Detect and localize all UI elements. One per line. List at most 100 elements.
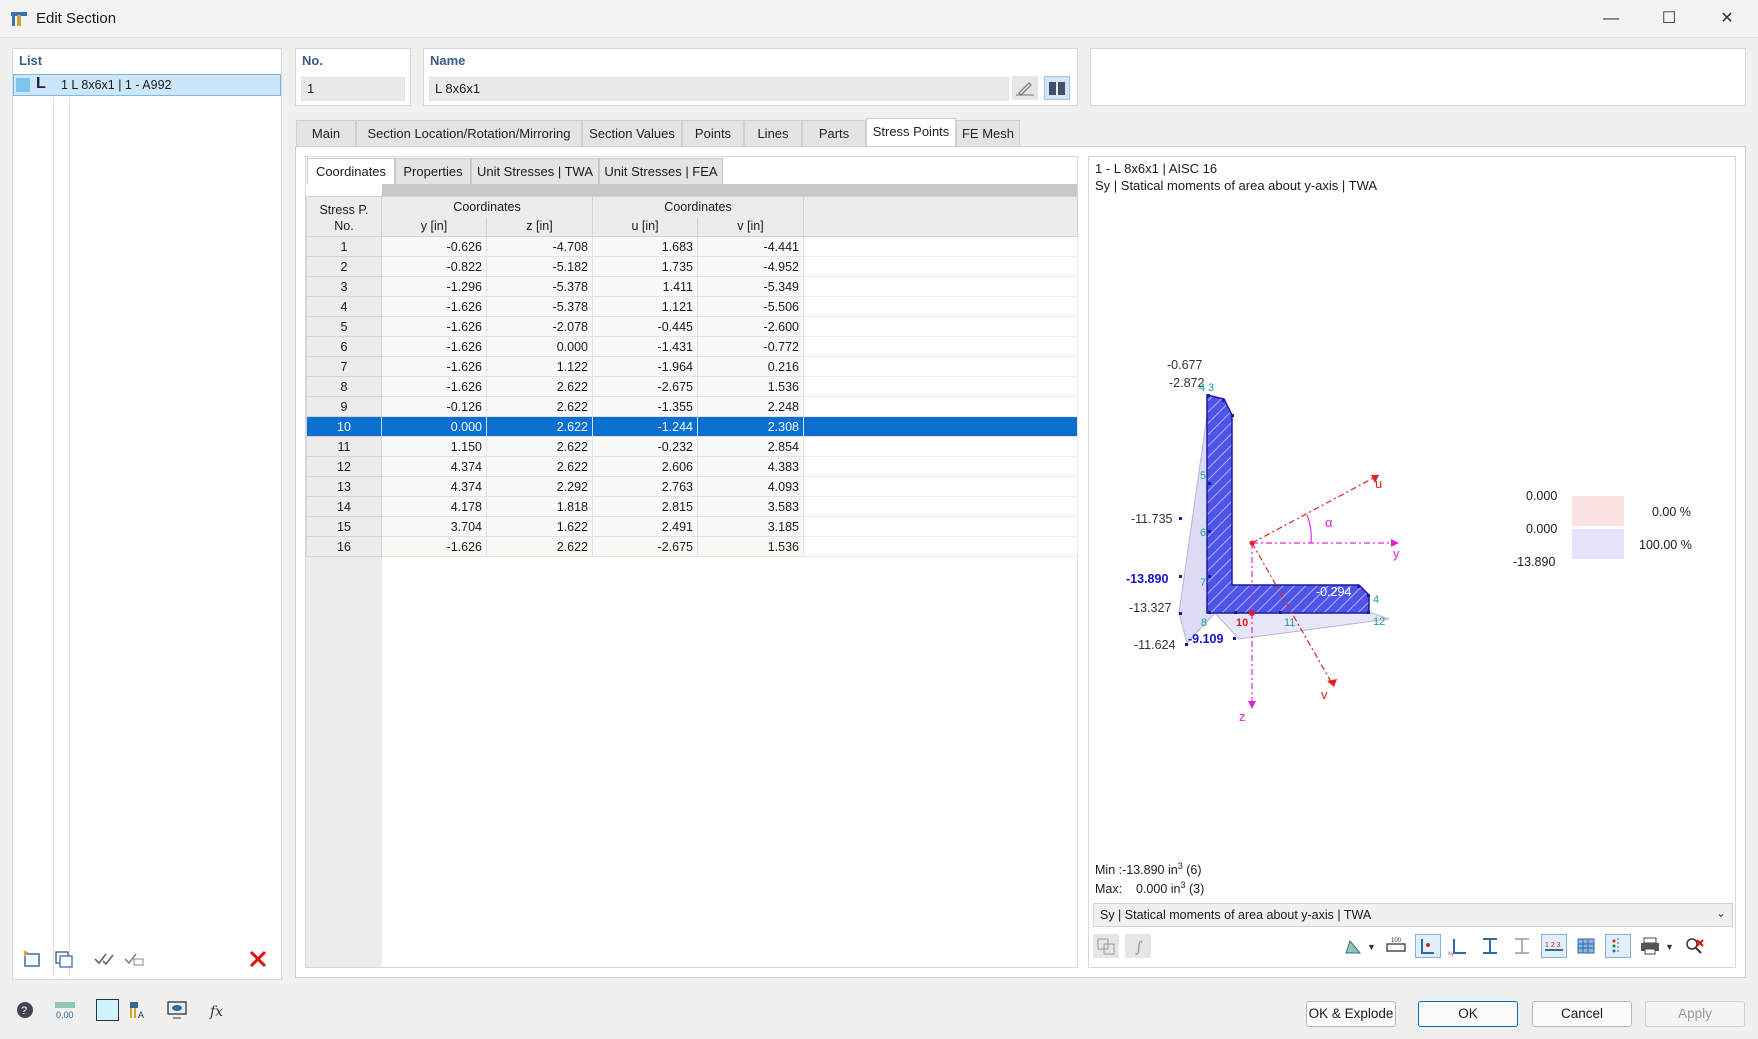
i-section-icon[interactable]	[1477, 934, 1503, 958]
table-row[interactable]: 6 -1.626 0.000 -1.431 -0.772	[306, 336, 1078, 357]
result-type-dropdown[interactable]: Sy | Statical moments of area about y-ax…	[1093, 903, 1733, 927]
cell-no[interactable]: 15	[306, 516, 382, 537]
cell-u[interactable]: -1.431	[592, 336, 698, 357]
cell-y[interactable]: -1.626	[381, 536, 487, 557]
minimize-button[interactable]: —	[1582, 0, 1640, 38]
cell-y[interactable]: -0.626	[381, 236, 487, 257]
cell-y[interactable]: -1.296	[381, 276, 487, 297]
cell-u[interactable]: -1.244	[592, 416, 698, 437]
cell-u[interactable]: -1.355	[592, 396, 698, 417]
cell-z[interactable]: 1.622	[486, 516, 593, 537]
cell-y[interactable]: -1.626	[381, 316, 487, 337]
cell-y[interactable]: -1.626	[381, 376, 487, 397]
cell-v[interactable]: -5.349	[697, 276, 804, 297]
cell-y[interactable]: -1.626	[381, 336, 487, 357]
subtab-unit-stresses-fea[interactable]: Unit Stresses | FEA	[599, 158, 723, 184]
grid-icon[interactable]	[1573, 934, 1599, 958]
cell-u[interactable]: 2.606	[592, 456, 698, 477]
cell-y[interactable]: 4.374	[381, 476, 487, 497]
table-row[interactable]: 4 -1.626 -5.378 1.121 -5.506	[306, 296, 1078, 317]
table-row[interactable]: 15 3.704 1.622 2.491 3.185	[306, 516, 1078, 537]
table-row[interactable]: 14 4.178 1.818 2.815 3.583	[306, 496, 1078, 517]
cell-u[interactable]: 1.121	[592, 296, 698, 317]
ok-button[interactable]: OK	[1418, 1001, 1518, 1027]
cell-u[interactable]: -1.964	[592, 356, 698, 377]
cell-u[interactable]: 1.411	[592, 276, 698, 297]
cell-no[interactable]: 2	[306, 256, 382, 277]
section-points-icon[interactable]	[1415, 934, 1441, 958]
cell-v[interactable]: 4.093	[697, 476, 804, 497]
cell-z[interactable]: 2.622	[486, 436, 593, 457]
cell-v[interactable]: 0.216	[697, 356, 804, 377]
cell-z[interactable]: -5.182	[486, 256, 593, 277]
cell-v[interactable]: -4.952	[697, 256, 804, 277]
cell-no[interactable]: 11	[306, 436, 382, 457]
cell-y[interactable]: 0.000	[381, 416, 487, 437]
print-dropdown-arrow-icon[interactable]: ▼	[1665, 942, 1674, 952]
color-box-icon[interactable]	[96, 999, 119, 1021]
help-icon[interactable]: ?	[12, 998, 38, 1022]
cell-y[interactable]: 4.178	[381, 496, 487, 517]
copy-section-icon[interactable]	[51, 947, 77, 971]
cell-no[interactable]: 16	[306, 536, 382, 557]
no-input[interactable]: 1	[301, 77, 405, 101]
formula-icon[interactable]: ∫	[1125, 934, 1151, 958]
tab-stress-points[interactable]: Stress Points	[866, 118, 956, 146]
table-row[interactable]: 11 1.150 2.622 -0.232 2.854	[306, 436, 1078, 457]
tab-section-values[interactable]: Section Values	[582, 120, 682, 146]
cell-z[interactable]: 2.292	[486, 476, 593, 497]
cell-z[interactable]: 2.622	[486, 456, 593, 477]
apply-button[interactable]: Apply	[1645, 1001, 1745, 1027]
subtab-unit-stresses-twa[interactable]: Unit Stresses | TWA	[471, 158, 599, 184]
table-row[interactable]: 1 -0.626 -4.708 1.683 -4.441	[306, 236, 1078, 257]
numbering-icon[interactable]: 1 2 3	[1541, 934, 1567, 958]
cell-v[interactable]: 1.536	[697, 536, 804, 557]
cell-z[interactable]: 1.122	[486, 356, 593, 377]
cell-no[interactable]: 12	[306, 456, 382, 477]
tab-parts[interactable]: Parts	[802, 120, 866, 146]
table-row[interactable]: 12 4.374 2.622 2.606 4.383	[306, 456, 1078, 477]
cell-no[interactable]: 6	[306, 336, 382, 357]
cell-z[interactable]: 2.622	[486, 536, 593, 557]
check-all-icon[interactable]	[91, 947, 117, 971]
cell-y[interactable]: -0.822	[381, 256, 487, 277]
cell-z[interactable]: 1.818	[486, 496, 593, 517]
cell-y[interactable]: 1.150	[381, 436, 487, 457]
cell-v[interactable]: -5.506	[697, 296, 804, 317]
cell-no[interactable]: 7	[306, 356, 382, 377]
cell-u[interactable]: 2.815	[592, 496, 698, 517]
cell-v[interactable]: 2.248	[697, 396, 804, 417]
cell-v[interactable]: 4.383	[697, 456, 804, 477]
cell-u[interactable]: 2.763	[592, 476, 698, 497]
cell-v[interactable]: -0.772	[697, 336, 804, 357]
cell-z[interactable]: -5.378	[486, 276, 593, 297]
cell-y[interactable]: 3.704	[381, 516, 487, 537]
print-icon[interactable]	[1637, 934, 1663, 958]
cell-z[interactable]: 2.622	[486, 416, 593, 437]
table-row[interactable]: 5 -1.626 -2.078 -0.445 -2.600	[306, 316, 1078, 337]
cell-u[interactable]: -0.232	[592, 436, 698, 457]
table-row[interactable]: 16 -1.626 2.622 -2.675 1.536	[306, 536, 1078, 557]
table-row[interactable]: 7 -1.626 1.122 -1.964 0.216	[306, 356, 1078, 377]
cell-no[interactable]: 3	[306, 276, 382, 297]
table-row[interactable]: 9 -0.126 2.622 -1.355 2.248	[306, 396, 1078, 417]
model-info-icon[interactable]: A	[124, 998, 150, 1022]
cell-no[interactable]: 14	[306, 496, 382, 517]
view-icon[interactable]	[164, 998, 190, 1022]
cell-z[interactable]: -5.378	[486, 296, 593, 317]
tab-fe-mesh[interactable]: FE Mesh	[956, 120, 1020, 146]
cancel-button[interactable]: Cancel	[1532, 1001, 1632, 1027]
subtab-coordinates[interactable]: Coordinates	[307, 158, 395, 184]
cell-v[interactable]: 2.308	[697, 416, 804, 437]
cell-z[interactable]: -4.708	[486, 236, 593, 257]
list-item[interactable]: L 1 L 8x6x1 | 1 - A992	[13, 74, 281, 96]
cell-no[interactable]: 1	[306, 236, 382, 257]
cell-u[interactable]: 2.491	[592, 516, 698, 537]
cell-no[interactable]: 8	[306, 376, 382, 397]
ok-explode-button[interactable]: OK & Explode	[1306, 1001, 1396, 1027]
table-row[interactable]: 8 -1.626 2.622 -2.675 1.536	[306, 376, 1078, 397]
table-row[interactable]: 3 -1.296 -5.378 1.411 -5.349	[306, 276, 1078, 297]
dimensions-icon[interactable]: xy	[1445, 934, 1471, 958]
cell-v[interactable]: -4.441	[697, 236, 804, 257]
cell-z[interactable]: -2.078	[486, 316, 593, 337]
